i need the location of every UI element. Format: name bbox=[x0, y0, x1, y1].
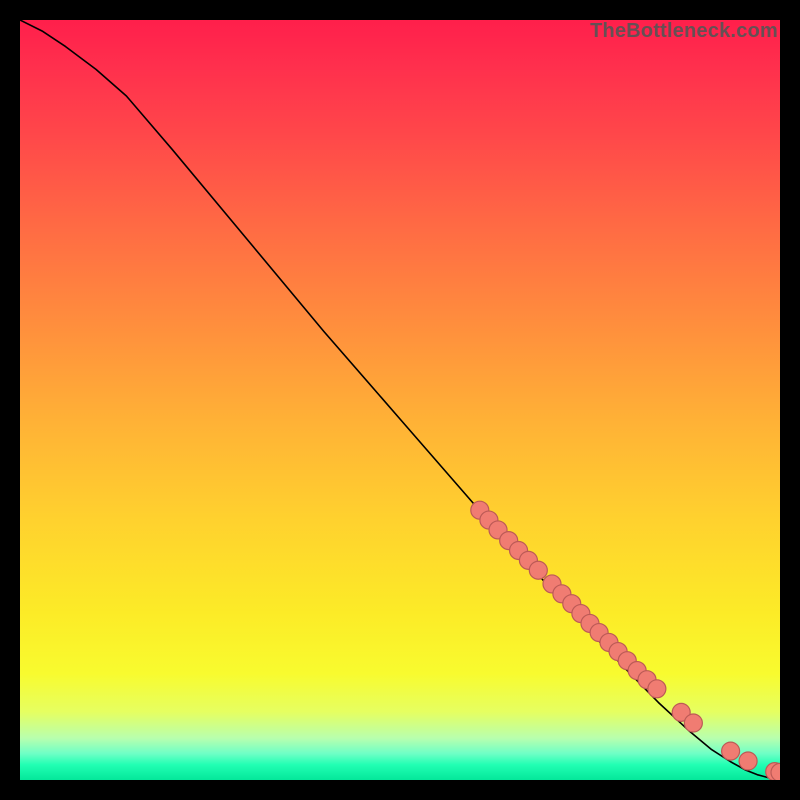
data-point bbox=[722, 742, 740, 760]
plot-area: TheBottleneck.com bbox=[20, 20, 780, 780]
chart-stage: TheBottleneck.com bbox=[0, 0, 800, 800]
data-point bbox=[529, 561, 547, 579]
data-point bbox=[684, 714, 702, 732]
bottleneck-curve bbox=[20, 20, 780, 779]
highlighted-points bbox=[471, 501, 780, 780]
data-point bbox=[648, 680, 666, 698]
data-point bbox=[739, 752, 757, 770]
chart-overlay-svg bbox=[20, 20, 780, 780]
